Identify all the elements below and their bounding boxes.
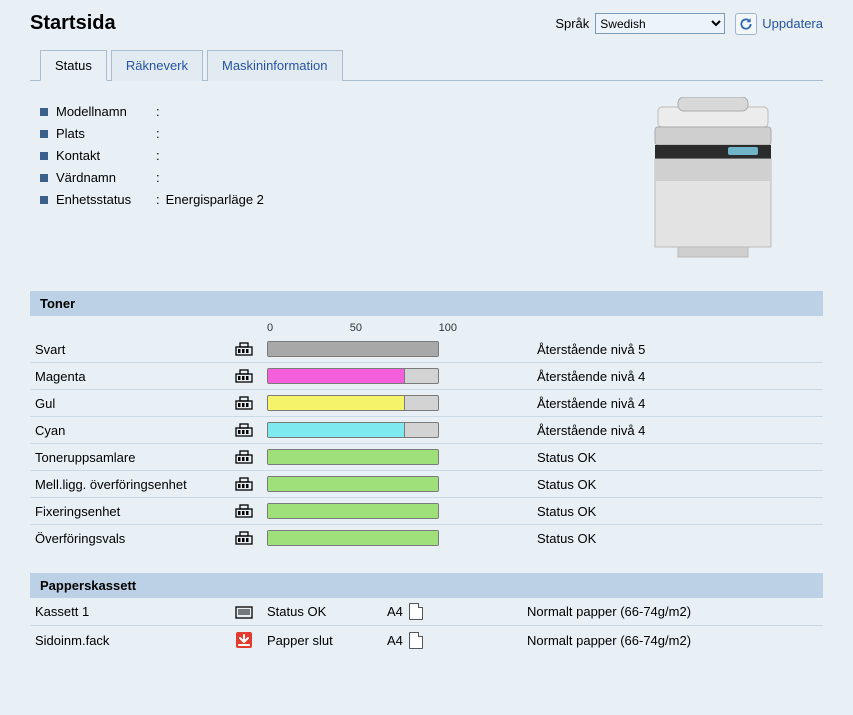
toner-name: Fixeringsenhet: [30, 504, 235, 519]
cartridge-icon: [235, 503, 267, 519]
toner-name: Magenta: [30, 369, 235, 384]
tray-size: A4: [387, 632, 467, 649]
toner-name: Överföringsvals: [30, 531, 235, 546]
toner-row: Mell.ligg. överföringsenhet Status OK: [30, 471, 823, 498]
toner-bar: [267, 530, 477, 546]
toner-status: Status OK: [477, 450, 596, 465]
bullet-icon: [40, 152, 48, 160]
bullet-icon: [40, 196, 48, 204]
language-label: Språk: [555, 16, 589, 31]
printer-illustration: [603, 97, 823, 267]
toner-name: Mell.ligg. överföringsenhet: [30, 477, 235, 492]
toner-bar: [267, 368, 477, 384]
device-info-list: Modellnamn : Plats : Kontakt : Värdnamn …: [40, 97, 603, 267]
trays-heading: Papperskassett: [30, 573, 823, 598]
toner-status: Återstående nivå 4: [477, 423, 645, 438]
toner-row: Fixeringsenhet Status OK: [30, 498, 823, 525]
bullet-icon: [40, 130, 48, 138]
bullet-icon: [40, 108, 48, 116]
cartridge-icon: [235, 368, 267, 384]
tab-bar: Status Räkneverk Maskininformation: [30, 49, 823, 81]
tray-type: Normalt papper (66-74g/m2): [467, 633, 691, 648]
tray-row: Sidoinm.fack Papper slutA4Normalt papper …: [30, 626, 823, 654]
toner-grid: Svart Återstående nivå 5 Magenta Återståend…: [30, 336, 823, 551]
toner-row: Cyan Återstående nivå 4: [30, 417, 823, 444]
toner-name: Gul: [30, 396, 235, 411]
toner-status: Återstående nivå 4: [477, 369, 645, 384]
tab-machine[interactable]: Maskininformation: [207, 50, 343, 81]
toner-bar: [267, 476, 477, 492]
bullet-icon: [40, 174, 48, 182]
info-row-location: Plats :: [40, 126, 603, 141]
toner-bar: [267, 395, 477, 411]
toner-bar: [267, 503, 477, 519]
tray-status: Papper slut: [267, 633, 387, 648]
toner-scale: 0 50 100: [267, 316, 457, 336]
tray-state-icon: [235, 631, 267, 649]
cartridge-icon: [235, 341, 267, 357]
tray-name: Sidoinm.fack: [30, 633, 235, 648]
cartridge-icon: [235, 449, 267, 465]
refresh-label: Uppdatera: [762, 16, 823, 31]
language-select[interactable]: Swedish: [595, 13, 725, 34]
tray-size: A4: [387, 603, 467, 620]
toner-row: Svart Återstående nivå 5: [30, 336, 823, 363]
toner-bar: [267, 341, 477, 357]
page-icon: [409, 603, 423, 620]
toner-row: Överföringsvals Status OK: [30, 525, 823, 551]
tab-status[interactable]: Status: [40, 50, 107, 81]
toner-row: Gul Återstående nivå 4: [30, 390, 823, 417]
toner-status: Återstående nivå 4: [477, 396, 645, 411]
toner-status: Status OK: [477, 504, 596, 519]
tray-grid: Kassett 1 Status OKA4Normalt papper (66-7…: [30, 598, 823, 654]
refresh-icon: [735, 13, 757, 35]
toner-bar: [267, 449, 477, 465]
tab-counter[interactable]: Räkneverk: [111, 50, 203, 81]
tray-row: Kassett 1 Status OKA4Normalt papper (66-7…: [30, 598, 823, 626]
info-row-hostname: Värdnamn :: [40, 170, 603, 185]
toner-status: Status OK: [477, 477, 596, 492]
info-row-model: Modellnamn :: [40, 104, 603, 119]
page-title: Startsida: [30, 12, 555, 35]
cartridge-icon: [235, 422, 267, 438]
refresh-button[interactable]: Uppdatera: [735, 13, 823, 35]
cartridge-icon: [235, 395, 267, 411]
cartridge-icon: [235, 476, 267, 492]
toner-name: Svart: [30, 342, 235, 357]
toner-status: Status OK: [477, 531, 596, 546]
tray-name: Kassett 1: [30, 604, 235, 619]
tray-state-icon: [235, 604, 267, 620]
toner-bar: [267, 422, 477, 438]
info-row-contact: Kontakt :: [40, 148, 603, 163]
info-row-unit-status: Enhetsstatus : Energisparläge 2: [40, 192, 603, 207]
toner-name: Toneruppsamlare: [30, 450, 235, 465]
cartridge-icon: [235, 530, 267, 546]
toner-row: Magenta Återstående nivå 4: [30, 363, 823, 390]
tray-type: Normalt papper (66-74g/m2): [467, 604, 691, 619]
toner-name: Cyan: [30, 423, 235, 438]
toner-heading: Toner: [30, 291, 823, 316]
toner-row: Toneruppsamlare Status OK: [30, 444, 823, 471]
page-icon: [409, 632, 423, 649]
toner-status: Återstående nivå 5: [477, 342, 645, 357]
tray-status: Status OK: [267, 604, 387, 619]
